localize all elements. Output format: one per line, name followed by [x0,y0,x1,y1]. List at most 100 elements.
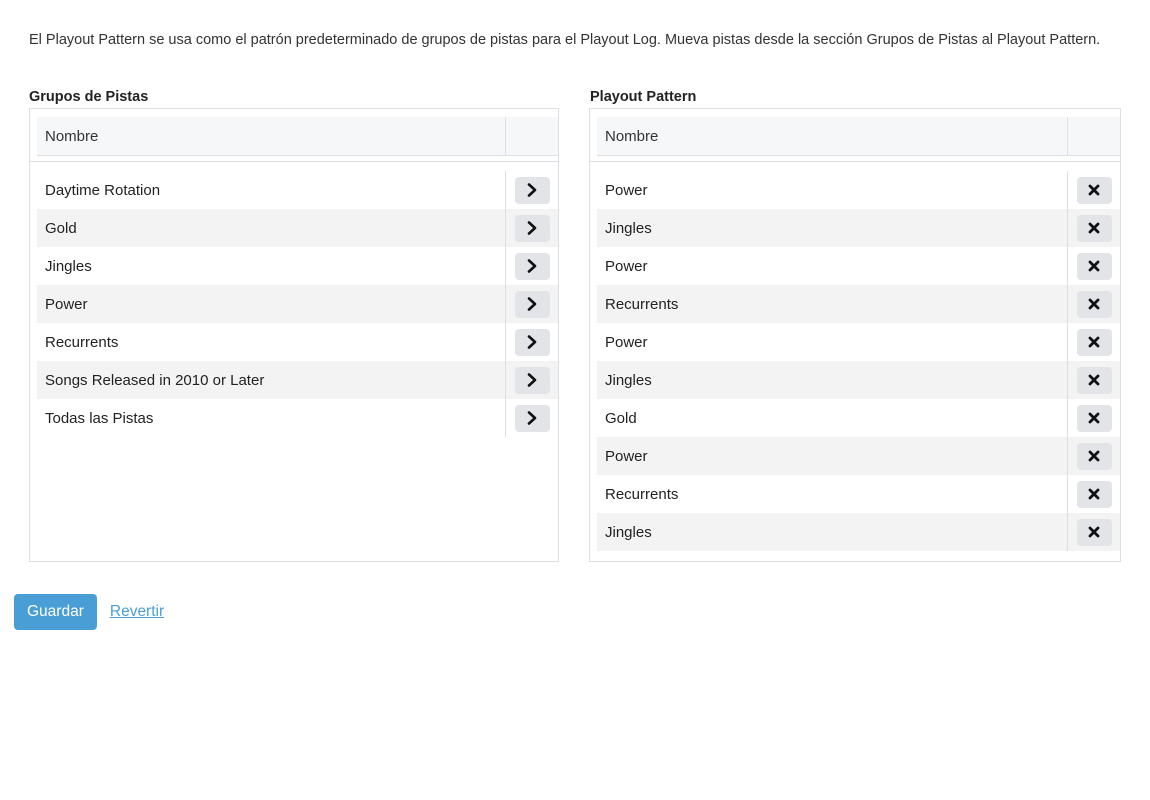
row-actions [1068,513,1120,551]
chevron-right-icon [526,221,538,235]
row-actions [506,399,558,437]
row-actions [1068,475,1120,513]
table-header: Nombre [37,117,558,156]
add-to-pattern-button[interactable] [514,214,550,242]
row-name: Daytime Rotation [37,171,506,209]
table-row: Jingles [37,247,558,285]
intro-text: El Playout Pattern se usa como el patrón… [29,32,1101,48]
table-row: Power [597,323,1120,361]
add-to-pattern-button[interactable] [514,328,550,356]
add-to-pattern-button[interactable] [514,252,550,280]
row-actions [506,361,558,399]
chevron-right-icon [526,297,538,311]
table-row: Gold [597,399,1120,437]
row-actions [1068,209,1120,247]
remove-from-pattern-button[interactable] [1076,290,1112,318]
add-to-pattern-button[interactable] [514,176,550,204]
table-row: Recurrents [597,475,1120,513]
row-name: Power [597,247,1068,285]
add-to-pattern-button[interactable] [514,290,550,318]
remove-x-icon [1088,526,1100,538]
table-row: Recurrents [37,323,558,361]
row-actions [1068,285,1120,323]
row-name: Power [37,285,506,323]
table-row: Songs Released in 2010 or Later [37,361,558,399]
row-name: Jingles [597,513,1068,551]
row-name: Songs Released in 2010 or Later [37,361,506,399]
remove-from-pattern-button[interactable] [1076,404,1112,432]
form-actions: Guardar Revertir [14,594,164,630]
row-name: Jingles [37,247,506,285]
remove-x-icon [1088,374,1100,386]
row-actions [1068,247,1120,285]
column-header-name[interactable]: Nombre [37,117,506,155]
column-header-name[interactable]: Nombre [597,117,1068,155]
chevron-right-icon [526,259,538,273]
remove-from-pattern-button[interactable] [1076,252,1112,280]
track-groups-panel: Nombre Daytime Rotation Gold Jingles Power R… [29,108,559,562]
table-row: Power [37,285,558,323]
remove-x-icon [1088,298,1100,310]
playout-pattern-panel: Nombre Power Jingles Power Recurrents Power J… [589,108,1121,562]
header-divider [30,161,558,162]
row-actions [1068,323,1120,361]
table-row: Todas las Pistas [37,399,558,437]
remove-from-pattern-button[interactable] [1076,366,1112,394]
row-actions [506,323,558,361]
chevron-right-icon [526,335,538,349]
remove-x-icon [1088,488,1100,500]
row-name: Jingles [597,209,1068,247]
add-to-pattern-button[interactable] [514,366,550,394]
row-actions [1068,361,1120,399]
save-button[interactable]: Guardar [14,594,97,630]
right-panel-title: Playout Pattern [590,89,697,105]
chevron-right-icon [526,373,538,387]
table-row: Power [597,437,1120,475]
row-name: Power [597,171,1068,209]
remove-x-icon [1088,184,1100,196]
row-name: Gold [37,209,506,247]
table-row: Recurrents [597,285,1120,323]
column-header-actions [1068,117,1120,155]
remove-x-icon [1088,412,1100,424]
row-name: Todas las Pistas [37,399,506,437]
remove-from-pattern-button[interactable] [1076,442,1112,470]
remove-from-pattern-button[interactable] [1076,480,1112,508]
table-header: Nombre [597,117,1120,156]
table-row: Jingles [597,209,1120,247]
row-name: Recurrents [597,475,1068,513]
track-groups-list: Daytime Rotation Gold Jingles Power Recurren… [37,171,558,437]
row-actions [1068,437,1120,475]
row-actions [506,209,558,247]
row-name: Recurrents [597,285,1068,323]
left-panel-title: Grupos de Pistas [29,89,149,105]
remove-from-pattern-button[interactable] [1076,176,1112,204]
table-row: Power [597,247,1120,285]
remove-from-pattern-button[interactable] [1076,214,1112,242]
playout-pattern-list: Power Jingles Power Recurrents Power Jingles G… [597,171,1120,551]
header-divider [590,161,1120,162]
row-actions [1068,399,1120,437]
add-to-pattern-button[interactable] [514,404,550,432]
row-actions [506,247,558,285]
chevron-right-icon [526,183,538,197]
remove-from-pattern-button[interactable] [1076,328,1112,356]
revert-link[interactable]: Revertir [110,603,164,621]
table-row: Jingles [597,361,1120,399]
remove-x-icon [1088,222,1100,234]
remove-x-icon [1088,336,1100,348]
table-row: Power [597,171,1120,209]
row-name: Power [597,437,1068,475]
row-name: Jingles [597,361,1068,399]
table-row: Gold [37,209,558,247]
remove-from-pattern-button[interactable] [1076,518,1112,546]
table-row: Daytime Rotation [37,171,558,209]
row-name: Recurrents [37,323,506,361]
remove-x-icon [1088,260,1100,272]
row-actions [506,285,558,323]
row-actions [506,171,558,209]
table-row: Jingles [597,513,1120,551]
column-header-actions [506,117,558,155]
row-name: Power [597,323,1068,361]
remove-x-icon [1088,450,1100,462]
